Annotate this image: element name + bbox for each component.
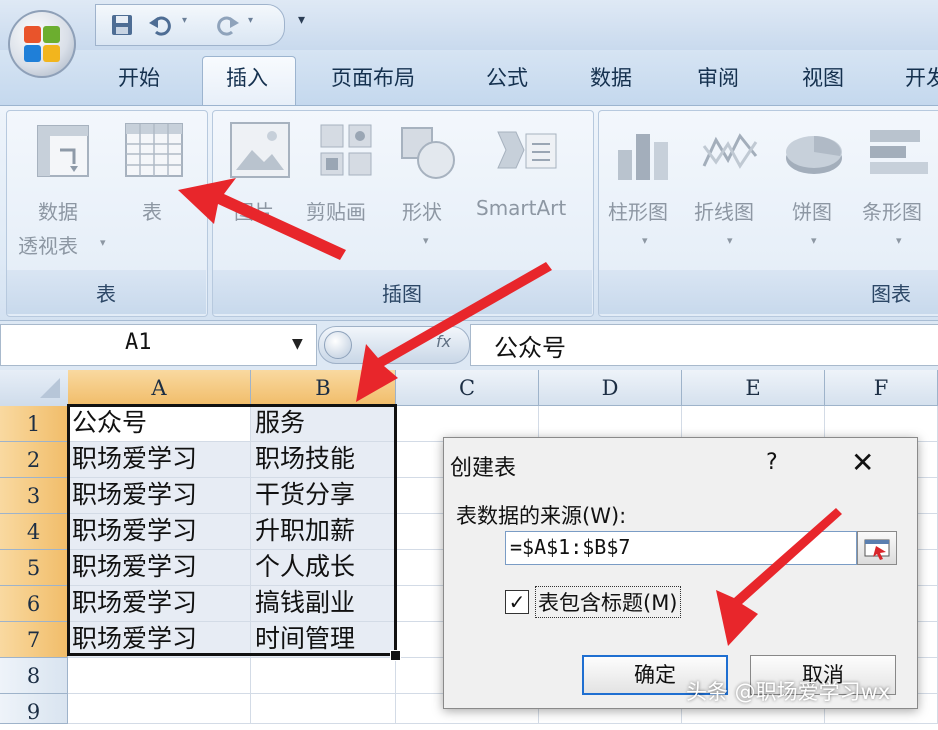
watermark: 头条 @职场爱学习wx — [686, 680, 891, 704]
arrow-to-table-button — [178, 178, 346, 260]
arrow-to-selection — [356, 262, 552, 402]
arrow-to-ok-button — [716, 508, 842, 646]
annotation-arrows — [178, 178, 842, 646]
office-logo-icon — [24, 26, 60, 62]
